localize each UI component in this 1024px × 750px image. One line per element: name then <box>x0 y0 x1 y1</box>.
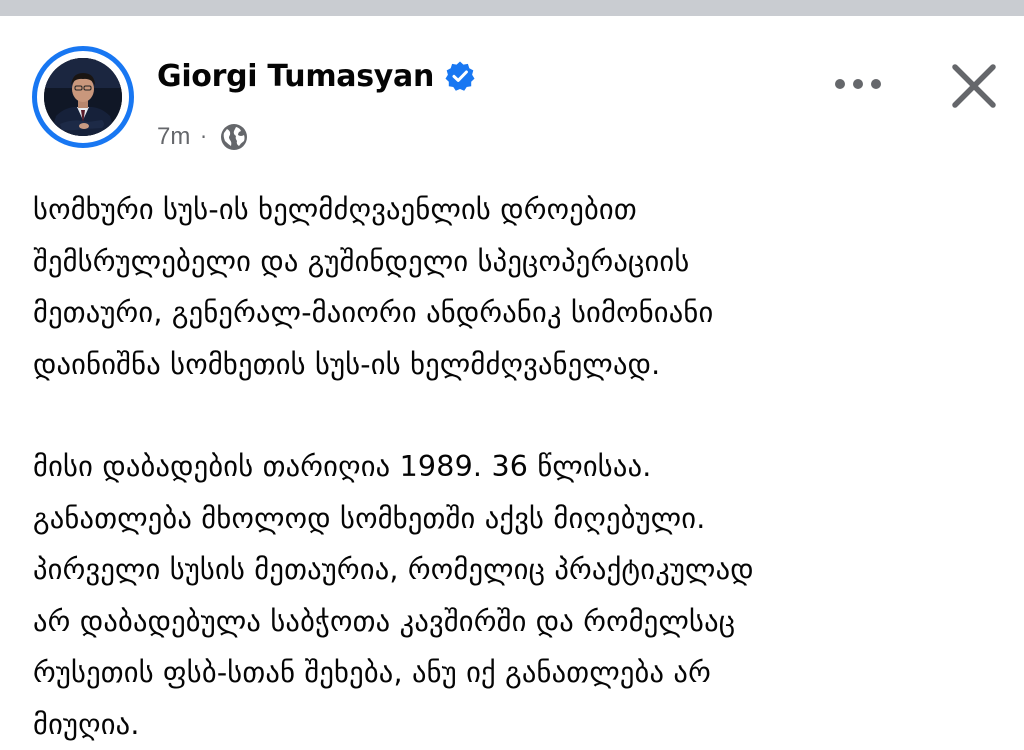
verified-badge-icon <box>444 60 476 92</box>
text-line: შემსრულებელი და გუშინდელი სპეცოპერაციის <box>33 236 993 288</box>
post-card: Giorgi Tumasyan 7m · <box>0 16 1024 738</box>
avatar[interactable] <box>32 46 134 148</box>
text-line: განათლება მხოლოდ სომხეთში აქვს მიღებული. <box>33 493 993 545</box>
text-line: პირველი სუსის მეთაურია, რომელიც პრაქტიკუ… <box>33 544 993 596</box>
post-text: სომხური სუს-ის ხელმძღვაენლის დროებით შემ… <box>33 184 993 750</box>
text-line: დაინიშნა სომხეთის სუს-ის ხელმძღვანელად. <box>33 339 993 391</box>
more-options-icon <box>832 77 884 91</box>
close-icon <box>951 63 997 109</box>
globe-icon[interactable] <box>219 122 249 152</box>
profile-photo <box>44 58 122 136</box>
text-line: მეთაური, გენერალ-მაიორი ანდრანიკ სიმონია… <box>33 287 993 339</box>
meta-separator: · <box>200 125 206 149</box>
text-line: არ დაბადებულა საბჭოთა კავშირში და რომელს… <box>33 596 993 648</box>
author-row: Giorgi Tumasyan <box>157 54 476 98</box>
post-meta: 7m · <box>157 119 249 155</box>
more-options-button[interactable] <box>826 66 890 102</box>
text-line: სომხური სუს-ის ხელმძღვაენლის დროებით <box>33 184 993 236</box>
post-timestamp[interactable]: 7m <box>157 123 190 151</box>
avatar-illustration <box>44 58 122 136</box>
close-button[interactable] <box>944 56 1004 116</box>
author-name[interactable]: Giorgi Tumasyan <box>157 59 434 94</box>
post-paragraph-1: სომხური სუს-ის ხელმძღვაენლის დროებით შემ… <box>33 184 993 390</box>
post-paragraph-2: მისი დაბადების თარიღია 1989. 36 წლისაა. … <box>33 441 993 750</box>
text-line: მისი დაბადების თარიღია 1989. 36 წლისაა. <box>33 441 993 493</box>
paragraph-spacer <box>33 390 993 441</box>
top-divider-strip <box>0 0 1024 16</box>
text-line: რუსეთის ფსბ-სთან შეხება, ანუ იქ განათლებ… <box>33 647 993 699</box>
text-line: მიუღია. <box>33 699 993 750</box>
